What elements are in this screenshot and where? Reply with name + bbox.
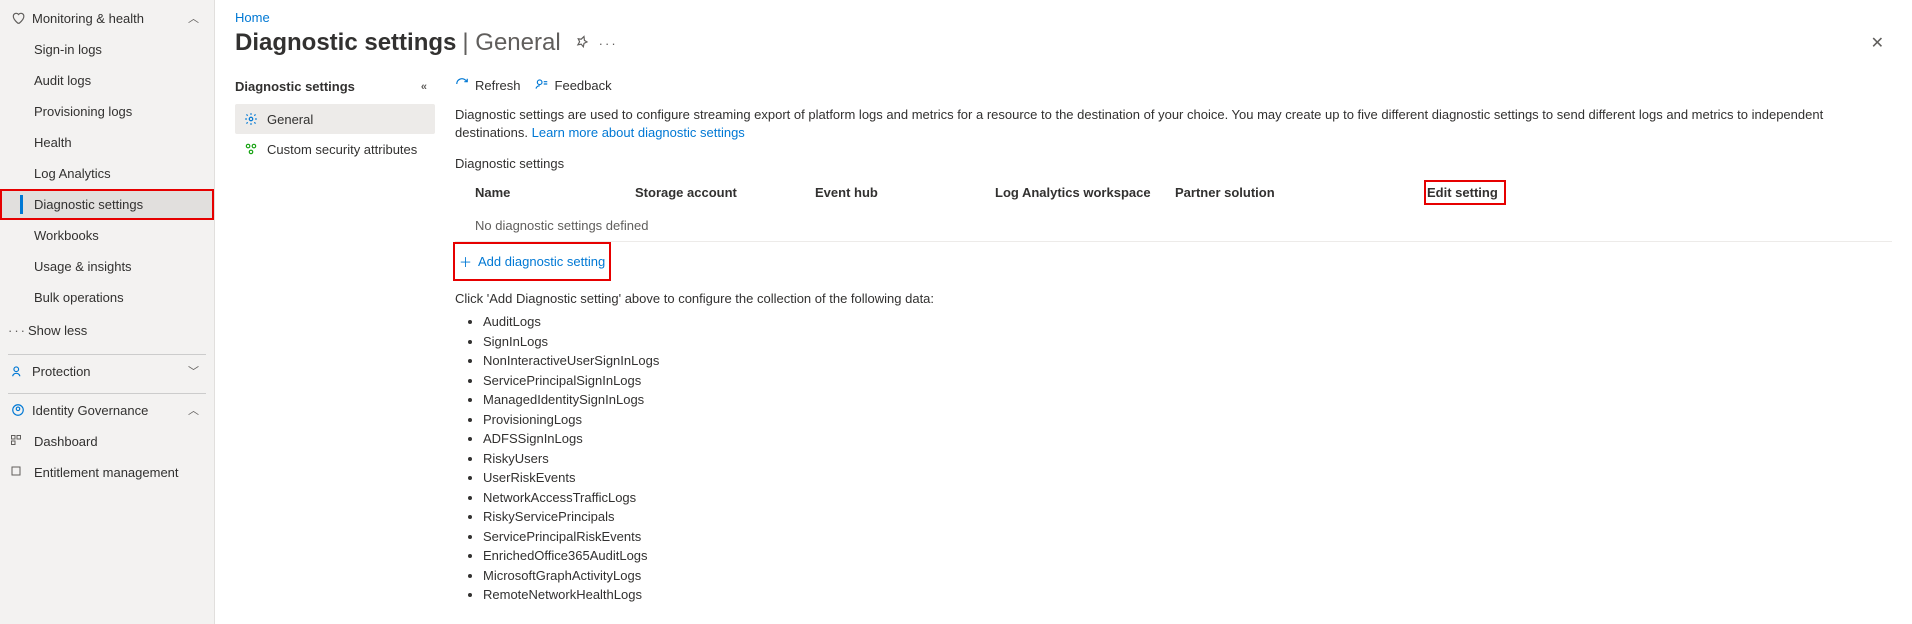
sidebar-item-bulk-operations[interactable]: Bulk operations <box>0 282 214 313</box>
settings-table: Name Storage account Event hub Log Analy… <box>455 175 1892 242</box>
empty-message: No diagnostic settings defined <box>475 218 1425 233</box>
secondnav-item-label: Custom security attributes <box>267 142 417 157</box>
sidebar-group-identity[interactable]: Identity Governance ︿ <box>0 394 214 426</box>
secondnav-item-label: General <box>267 112 313 127</box>
list-item: RiskyServicePrincipals <box>483 507 1892 527</box>
add-diagnostic-setting-button[interactable]: ＋ Add diagnostic setting <box>455 244 609 279</box>
list-item: SignInLogs <box>483 332 1892 352</box>
th-partner: Partner solution <box>1175 185 1325 200</box>
page-title: Diagnostic settings <box>235 29 456 57</box>
table-row-empty: No diagnostic settings defined <box>455 210 1892 241</box>
list-item: MicrosoftGraphActivityLogs <box>483 566 1892 586</box>
feedback-icon <box>535 77 549 94</box>
list-item: ServicePrincipalSignInLogs <box>483 371 1892 391</box>
list-item: NonInteractiveUserSignInLogs <box>483 351 1892 371</box>
list-item: EnrichedOffice365AuditLogs <box>483 546 1892 566</box>
pin-icon[interactable] <box>575 35 589 52</box>
list-item: ServicePrincipalRiskEvents <box>483 527 1892 547</box>
th-edit: Edit setting <box>1425 181 1505 204</box>
resource-menu-header: Diagnostic settings « <box>235 69 435 104</box>
package-icon <box>10 465 22 480</box>
list-item: ProvisioningLogs <box>483 410 1892 430</box>
content-panel: Refresh Feedback Diagnostic settings are… <box>435 69 1912 624</box>
sidebar-group-monitoring-label: Monitoring & health <box>32 11 188 26</box>
sidebar-item-entitlement[interactable]: Entitlement management <box>0 457 214 488</box>
plus-icon: ＋ <box>459 252 472 271</box>
refresh-icon <box>455 77 469 94</box>
shield-user-icon <box>8 364 28 378</box>
description-text: Diagnostic settings are used to configur… <box>455 106 1892 146</box>
sidebar-item-log-analytics[interactable]: Log Analytics <box>0 158 214 189</box>
sidebar-item-diagnostic-settings[interactable]: Diagnostic settings <box>0 189 214 220</box>
list-item: AuditLogs <box>483 312 1892 332</box>
list-item: NetworkAccessTrafficLogs <box>483 488 1892 508</box>
title-row: Diagnostic settings | General ··· ✕ <box>215 25 1912 69</box>
table-header: Name Storage account Event hub Log Analy… <box>455 175 1892 210</box>
chevron-up-icon: ︿ <box>188 10 202 26</box>
identity-icon <box>8 403 28 417</box>
list-item: ManagedIdentitySignInLogs <box>483 390 1892 410</box>
learn-more-link[interactable]: Learn more about diagnostic settings <box>532 125 745 140</box>
list-item: RemoteNetworkHealthLogs <box>483 585 1892 605</box>
sidebar-item-workbooks[interactable]: Workbooks <box>0 220 214 251</box>
sidebar-group-monitoring[interactable]: Monitoring & health ︿ <box>0 2 214 34</box>
sidebar-item-dashboard[interactable]: Dashboard <box>0 426 214 457</box>
refresh-button[interactable]: Refresh <box>455 77 521 94</box>
gear-icon <box>243 111 259 127</box>
sidebar-item-usage-insights[interactable]: Usage & insights <box>0 251 214 282</box>
sidebar-item-health[interactable]: Health <box>0 127 214 158</box>
sidebar-group-protection[interactable]: Protection ﹀ <box>0 355 214 387</box>
dashboard-icon <box>10 434 22 449</box>
th-storage: Storage account <box>635 185 815 200</box>
left-sidebar: Monitoring & health ︿ Sign-in logs Audit… <box>0 0 215 624</box>
breadcrumb-home[interactable]: Home <box>235 10 270 25</box>
list-item: ADFSSignInLogs <box>483 429 1892 449</box>
th-law: Log Analytics workspace <box>995 185 1175 200</box>
instruction-text: Click 'Add Diagnostic setting' above to … <box>455 279 1892 306</box>
close-icon[interactable]: ✕ <box>1863 29 1892 57</box>
feedback-button[interactable]: Feedback <box>535 77 612 94</box>
sidebar-item-signin-logs[interactable]: Sign-in logs <box>0 34 214 65</box>
chevron-down-icon: ﹀ <box>188 363 202 379</box>
breadcrumb: Home <box>215 0 1912 25</box>
toolbar: Refresh Feedback <box>455 69 1892 106</box>
data-types-list: AuditLogs SignInLogs NonInteractiveUserS… <box>455 306 1892 605</box>
ellipsis-icon: ··· <box>8 323 28 338</box>
resource-menu: Diagnostic settings « General Custom sec… <box>215 69 435 624</box>
collapse-icon[interactable]: « <box>421 81 427 93</box>
heart-icon <box>8 11 28 25</box>
sidebar-item-provisioning-logs[interactable]: Provisioning logs <box>0 96 214 127</box>
more-icon[interactable]: ··· <box>599 36 618 51</box>
page-subtitle: | General <box>462 29 560 57</box>
list-item: UserRiskEvents <box>483 468 1892 488</box>
sidebar-group-protection-label: Protection <box>32 364 188 379</box>
th-eventhub: Event hub <box>815 185 995 200</box>
sidebar-item-audit-logs[interactable]: Audit logs <box>0 65 214 96</box>
secondnav-item-general[interactable]: General <box>235 104 435 134</box>
list-item: RiskyUsers <box>483 449 1892 469</box>
secondnav-item-custom-sec-attrs[interactable]: Custom security attributes <box>235 134 435 164</box>
th-name: Name <box>475 185 635 200</box>
sidebar-group-identity-label: Identity Governance <box>32 403 188 418</box>
sidebar-show-less[interactable]: ··· Show less <box>0 313 214 348</box>
chevron-up-icon: ︿ <box>188 402 202 418</box>
section-label: Diagnostic settings <box>455 146 1892 175</box>
attributes-icon <box>243 141 259 157</box>
main-area: Home Diagnostic settings | General ··· ✕… <box>215 0 1912 624</box>
